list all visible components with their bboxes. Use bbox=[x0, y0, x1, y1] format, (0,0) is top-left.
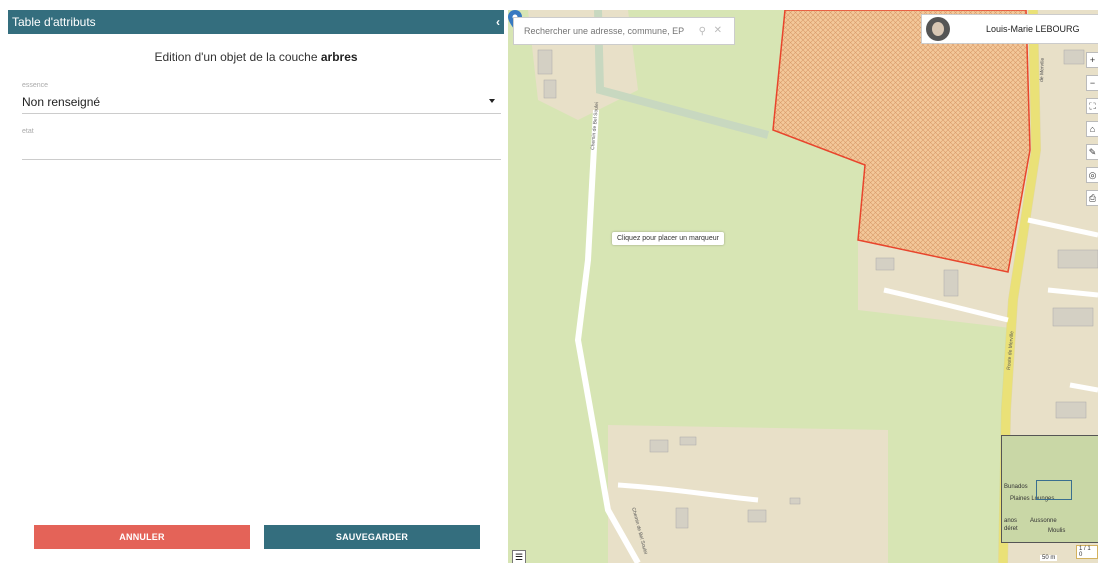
save-button[interactable]: SAUVEGARDER bbox=[264, 525, 480, 549]
zoom-out-icon[interactable]: − bbox=[1086, 75, 1098, 91]
legend-list-icon[interactable]: ☰ bbox=[512, 550, 526, 563]
search-icon[interactable]: ⚲ bbox=[699, 19, 706, 45]
etat-input[interactable] bbox=[22, 141, 501, 160]
etat-label: etat bbox=[22, 128, 34, 135]
minimap-label: Moulis bbox=[1048, 528, 1066, 534]
draw-icon[interactable]: ✎ bbox=[1086, 144, 1098, 160]
essence-value: Non renseigné bbox=[22, 95, 101, 109]
building bbox=[649, 439, 669, 453]
zoom-in-icon[interactable]: + bbox=[1086, 52, 1098, 68]
layer-name: arbres bbox=[320, 50, 358, 64]
close-icon[interactable]: ✕ bbox=[714, 18, 722, 44]
building bbox=[1052, 307, 1094, 327]
locate-icon[interactable]: ◎ bbox=[1086, 167, 1098, 183]
placement-tooltip: Cliquez pour placer un marqueur bbox=[612, 232, 724, 245]
building bbox=[875, 257, 895, 271]
overview-minimap[interactable]: Bunados Plaines Lounges Aussonne Moulis … bbox=[1001, 435, 1098, 543]
etat-field: etat bbox=[22, 128, 501, 160]
panel-header: Table d'attributs ‹ bbox=[8, 10, 504, 34]
building bbox=[1063, 49, 1085, 65]
edit-subtitle: Edition d'un objet de la couche arbres bbox=[8, 50, 504, 64]
minimap-label: anos bbox=[1004, 518, 1018, 524]
essence-label: essence bbox=[22, 82, 49, 89]
user-menu[interactable]: Louis-Marie LEBOURG bbox=[921, 14, 1098, 44]
chevron-left-icon[interactable]: ‹ bbox=[496, 10, 500, 34]
road-label: de Merville bbox=[1039, 57, 1046, 82]
minimap-label: déret bbox=[1004, 526, 1018, 532]
selected-parcel[interactable] bbox=[772, 10, 1031, 273]
building bbox=[1055, 401, 1087, 419]
building bbox=[943, 269, 959, 297]
print-icon[interactable]: ⎙ bbox=[1086, 190, 1098, 206]
subtitle-prefix: Edition d'un objet de la couche bbox=[154, 50, 321, 64]
page-indicator: 1 / 1 0 bbox=[1076, 545, 1098, 559]
building bbox=[789, 497, 801, 505]
fullscreen-icon[interactable]: ⛶ bbox=[1086, 98, 1098, 114]
map-view[interactable]: Chemin de Bel Soulei Route de Merville d… bbox=[508, 10, 1098, 563]
essence-field: essence Non renseigné bbox=[22, 82, 501, 114]
building bbox=[1057, 249, 1098, 269]
cancel-button[interactable]: ANNULER bbox=[34, 525, 250, 549]
minimap-label: Bunados bbox=[1004, 484, 1028, 490]
avatar bbox=[926, 17, 950, 41]
building bbox=[747, 509, 767, 523]
attribute-table-panel: Table d'attributs ‹ Edition d'un objet d… bbox=[8, 10, 504, 563]
building bbox=[679, 436, 697, 446]
building bbox=[543, 79, 557, 99]
search-input[interactable] bbox=[524, 26, 684, 36]
building bbox=[675, 507, 689, 529]
panel-title: Table d'attributs bbox=[12, 15, 96, 29]
essence-select[interactable]: Non renseigné bbox=[22, 95, 501, 114]
scale-bar: 50 m bbox=[1040, 555, 1058, 561]
home-icon[interactable]: ⌂ bbox=[1086, 121, 1098, 137]
user-name: Louis-Marie LEBOURG bbox=[986, 24, 1080, 34]
building bbox=[537, 49, 553, 75]
caret-down-icon bbox=[489, 99, 495, 103]
minimap-viewport[interactable] bbox=[1036, 480, 1072, 500]
map-toolbar: + − ⛶ ⌂ ✎ ◎ ⎙ bbox=[1086, 52, 1098, 213]
minimap-label: Aussonne bbox=[1030, 518, 1057, 524]
search-box[interactable]: ⚲ ✕ bbox=[513, 17, 735, 45]
